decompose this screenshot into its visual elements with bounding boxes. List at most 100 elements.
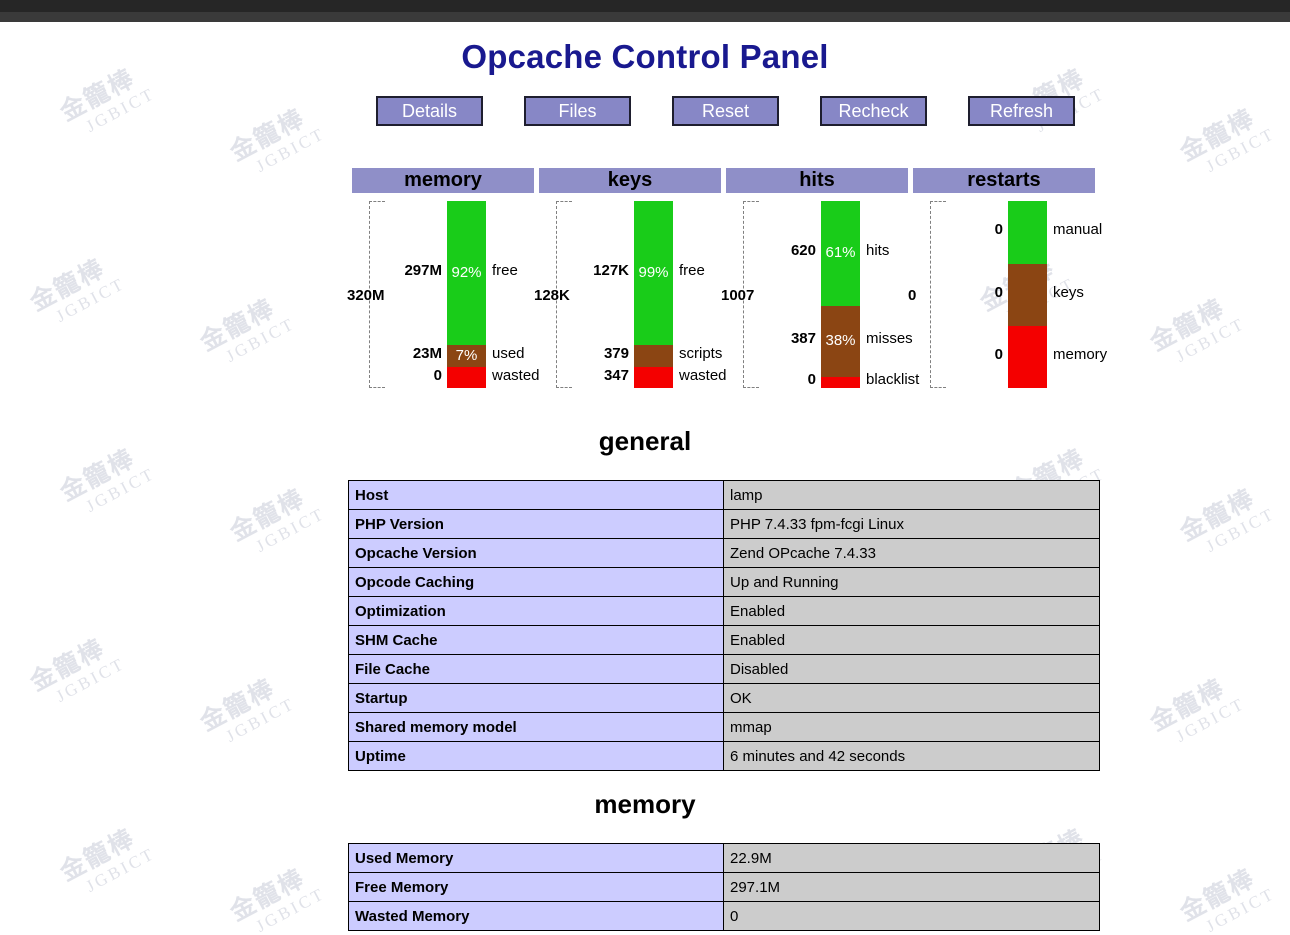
table-cell-value: OK [723, 683, 1100, 713]
table-cell-key: Optimization [348, 596, 724, 626]
gauge-value-free: 127K [593, 262, 629, 279]
gauge-segment-wasted [634, 367, 673, 388]
table-cell-value: 6 minutes and 42 seconds [723, 741, 1100, 771]
table-cell-key: Opcache Version [348, 538, 724, 568]
gauge-label-manual: manual [1053, 221, 1103, 239]
gauge-body: 0 0 manual 0 keys 0 memory [908, 199, 1107, 389]
table-cell-key: Opcode Caching [348, 567, 724, 597]
gauge-label-memory: memory [1053, 345, 1108, 363]
gauge-label-wasted: wasted [679, 366, 727, 384]
gauge-segment-blacklist [821, 376, 860, 388]
table-cell-key: Uptime [348, 741, 724, 771]
gauge-label-keys: keys [1053, 283, 1084, 301]
section-heading-memory: memory [594, 789, 696, 819]
gauge-label-misses: misses [866, 330, 913, 348]
reset-button[interactable]: Reset [672, 96, 779, 126]
table-row: SHM Cache Enabled [348, 625, 1100, 655]
gauge-bar: 99% [634, 201, 673, 388]
gauge-segment-scripts [634, 345, 673, 368]
table-cell-key: Startup [348, 683, 724, 713]
table-cell-key: File Cache [348, 654, 724, 684]
table-cell-value: 297.1M [723, 872, 1100, 902]
gauge-body: 320M 297M free 23M used 0 wasted 92% 7% [347, 199, 540, 389]
gauge-percent-misses: 38% [825, 332, 856, 350]
table-row: PHP Version PHP 7.4.33 fpm-fcgi Linux [348, 509, 1100, 539]
table-cell-key: Used Memory [348, 843, 724, 873]
gauge-value-manual: 0 [994, 221, 1003, 239]
recheck-button[interactable]: Recheck [820, 96, 927, 126]
gauge-total-value: 320M [347, 287, 385, 304]
table-row: Wasted Memory 0 [348, 901, 1100, 931]
gauge-value-memory: 0 [994, 345, 1003, 363]
table-cell-value: Zend OPcache 7.4.33 [723, 538, 1100, 568]
page-content: Opcache Control Panel Details Files Reset R… [0, 22, 1290, 935]
table-cell-key: Free Memory [348, 872, 724, 902]
table-cell-value: mmap [723, 712, 1100, 742]
table-row: Startup OK [348, 683, 1100, 713]
section-heading-general: general [598, 426, 692, 456]
gauge-value-blacklist: 0 [807, 371, 816, 389]
gauge-value-keys: 0 [994, 283, 1003, 301]
table-cell-value: 0 [723, 901, 1100, 931]
gauge-value-free: 297M [404, 262, 442, 279]
gauge-value-misses: 387 [790, 330, 816, 348]
table-row: Uptime 6 minutes and 42 seconds [348, 741, 1100, 771]
gauge-total-value: 128K [534, 287, 570, 304]
gauge-title-keys: keys [539, 168, 721, 193]
table-cell-value: lamp [723, 480, 1100, 510]
files-button[interactable]: Files [524, 96, 631, 126]
table-cell-key: Wasted Memory [348, 901, 724, 931]
gauge-segment-keys [1008, 263, 1047, 326]
table-cell-value: Up and Running [723, 567, 1100, 597]
gauge-total-value: 1007 [721, 287, 755, 304]
gauge-percent-free: 92% [451, 264, 482, 281]
gauge-value-wasted: 347 [603, 366, 629, 384]
table-row: Host lamp [348, 480, 1100, 510]
refresh-button[interactable]: Refresh [968, 96, 1075, 126]
table-cell-value: Disabled [723, 654, 1100, 684]
gauge-percent-used: 7% [455, 347, 478, 365]
table-cell-value: Enabled [723, 596, 1100, 626]
gauge-title-hits: hits [726, 168, 908, 193]
gauge-label-free: free [679, 262, 705, 279]
table-cell-key: SHM Cache [348, 625, 724, 655]
table-cell-value: PHP 7.4.33 fpm-fcgi Linux [723, 509, 1100, 539]
gauge-title-restarts: restarts [913, 168, 1095, 193]
browser-toolbar-strip [0, 12, 1290, 22]
memory-table: Used Memory 22.9M Free Memory 297.1M Wasted … [348, 843, 1100, 931]
toolbar: Details Files Reset Recheck Refresh [352, 96, 1100, 128]
gauges-panel: memory 320M 297M free 23M used 0 wasted 92% 7% key… [347, 168, 1107, 398]
table-cell-key: Host [348, 480, 724, 510]
gauge-value-wasted: 0 [433, 366, 442, 384]
gauge-label-scripts: scripts [679, 345, 723, 363]
table-cell-value: 22.9M [723, 843, 1100, 873]
gauge-value-used: 23M [412, 345, 442, 363]
details-button[interactable]: Details [376, 96, 483, 126]
gauge-label-blacklist: blacklist [866, 371, 920, 389]
gauge-percent-free: 99% [638, 264, 669, 281]
table-row: Optimization Enabled [348, 596, 1100, 626]
gauge-memory: memory 320M 297M free 23M used 0 wasted 92% 7% [347, 168, 540, 398]
gauge-label-wasted: wasted [492, 366, 540, 384]
gauge-segment-wasted [447, 367, 486, 388]
table-cell-value: Enabled [723, 625, 1100, 655]
gauge-value-scripts: 379 [603, 345, 629, 363]
page-title: Opcache Control Panel [461, 38, 829, 75]
gauge-bar [1008, 201, 1047, 388]
gauge-keys: keys 128K 127K free 379 scripts 347 wasted 99% [534, 168, 727, 398]
table-row: Free Memory 297.1M [348, 872, 1100, 902]
table-cell-key: Shared memory model [348, 712, 724, 742]
table-cell-key: PHP Version [348, 509, 724, 539]
gauge-bar: 92% 7% [447, 201, 486, 388]
table-row: Opcache Version Zend OPcache 7.4.33 [348, 538, 1100, 568]
table-row: File Cache Disabled [348, 654, 1100, 684]
gauge-restarts: restarts 0 0 manual 0 keys 0 memory [908, 168, 1107, 398]
gauge-hits: hits 1007 620 hits 387 misses 0 blacklist 61% 38% [721, 168, 919, 398]
browser-chrome-strip [0, 0, 1290, 12]
table-row: Shared memory model mmap [348, 712, 1100, 742]
gauge-body: 128K 127K free 379 scripts 347 wasted 99% [534, 199, 727, 389]
gauge-label-hits: hits [866, 242, 890, 260]
gauge-percent-hits: 61% [825, 244, 856, 262]
general-table-body: Host lamp PHP Version PHP 7.4.33 fpm-fcgi L… [348, 480, 1100, 771]
gauge-title-memory: memory [352, 168, 534, 193]
